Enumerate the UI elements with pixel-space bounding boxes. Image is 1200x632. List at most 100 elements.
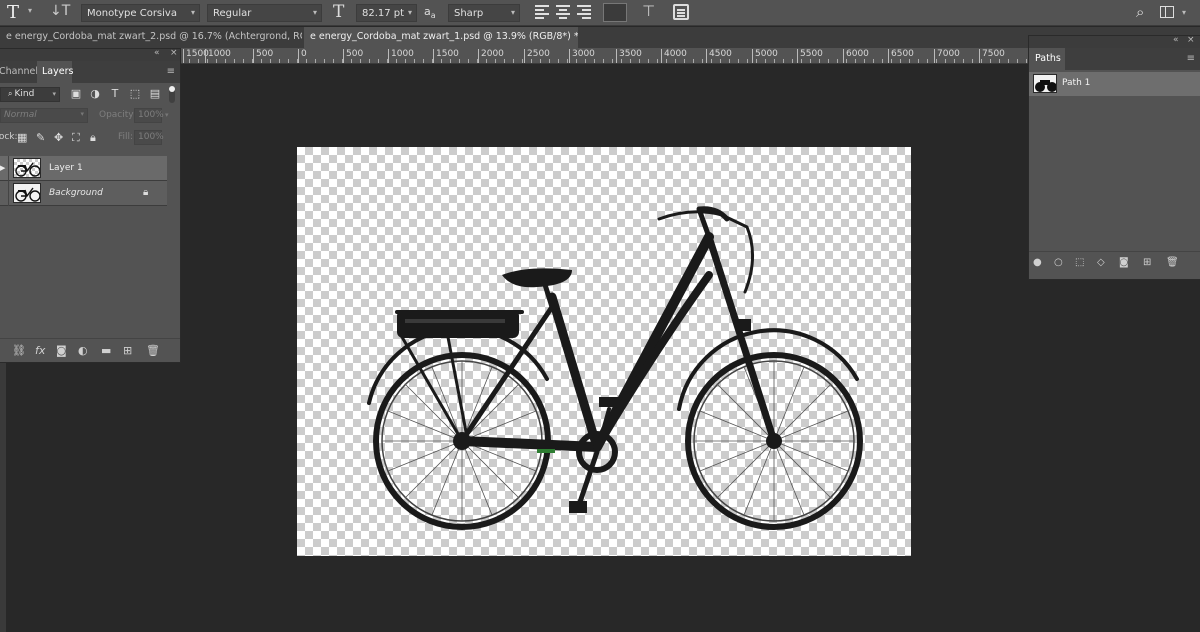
close-icon[interactable]: × xyxy=(170,48,178,58)
warp-text-icon[interactable]: ⊤ xyxy=(642,2,655,20)
tab-paths[interactable]: Paths xyxy=(1029,48,1065,70)
new-group-folder-icon[interactable]: ▬ xyxy=(101,344,111,357)
workspace-chevron-down-icon[interactable]: ▾ xyxy=(1182,8,1186,17)
document-canvas[interactable] xyxy=(297,147,911,556)
panel-menu-icon[interactable]: ≡ xyxy=(167,66,175,77)
chevron-down-icon: ▾ xyxy=(407,8,412,17)
layer-row-background[interactable]: Background 🔒︎ xyxy=(0,181,167,206)
layer-filter-row: ⌕ Kind ▾ ▣ ◑ T ⬚ ▤ xyxy=(0,83,180,105)
lock-all-icon[interactable]: 🔒︎ xyxy=(90,131,96,145)
path-name: Path 1 xyxy=(1062,78,1091,88)
chevron-down-icon: ▾ xyxy=(190,8,195,17)
filter-kind-select[interactable]: ⌕ Kind ▾ xyxy=(0,87,60,102)
align-right-icon[interactable] xyxy=(577,5,591,19)
filter-adjustment-layers-icon[interactable]: ◑ xyxy=(89,88,101,100)
chevron-down-icon[interactable]: ▾ xyxy=(165,111,169,119)
antialias-icon: aa xyxy=(424,5,436,21)
panel-menu-icon[interactable]: ≡ xyxy=(1187,53,1195,64)
visibility-toggle[interactable] xyxy=(0,181,9,206)
tab-layers[interactable]: Layers xyxy=(37,61,73,83)
opacity-label: Opacity: xyxy=(99,110,136,120)
paths-panel: « × Paths ≡ Path 1 ● ○ ⬚ ◇ ◙ ⊞ 🗑︎ xyxy=(1028,35,1200,280)
delete-trash-icon[interactable]: 🗑︎ xyxy=(1166,257,1179,268)
layer-thumbnail xyxy=(13,158,41,178)
antialias-mode-select[interactable]: Sharp ▾ xyxy=(448,4,520,22)
options-bar: T ▾ ↓T Monotype Corsiva ▾ Regular ▾ T 82… xyxy=(0,0,1200,26)
layers-panel-footer: ⛓ fx ◙ ◐ ▬ ⊞ 🗑︎ xyxy=(0,338,180,362)
blend-mode-select[interactable]: Normal ▾ xyxy=(0,108,88,123)
lock-transparent-pixels-icon[interactable]: ▦ xyxy=(17,131,27,144)
chevron-down-icon: ▾ xyxy=(52,90,56,98)
font-style-select[interactable]: Regular ▾ xyxy=(207,4,322,22)
stroke-path-icon[interactable]: ○ xyxy=(1054,257,1063,268)
ruler-label: 2000 xyxy=(478,49,504,63)
collapse-panel-icon[interactable]: « xyxy=(154,48,160,58)
layers-panel-tabs: Channels Layers ≡ xyxy=(0,61,180,83)
ruler-label: 2500 xyxy=(524,49,550,63)
horizontal-ruler[interactable]: 1500 1000 500 0 500 1000 1500 2000 2500 … xyxy=(180,48,1028,64)
close-icon[interactable]: × xyxy=(1187,35,1195,45)
blend-mode-value: Normal xyxy=(4,110,37,120)
type-tool-icon[interactable]: T xyxy=(7,2,19,23)
filter-pixel-layers-icon[interactable]: ▣ xyxy=(70,88,82,100)
path-row-path-1[interactable]: Path 1 xyxy=(1029,72,1200,96)
lock-image-pixels-icon[interactable]: ✎ xyxy=(36,131,45,144)
ruler-label: 500 xyxy=(253,49,273,63)
font-size-value: 82.17 pt xyxy=(362,8,405,19)
fill-path-icon[interactable]: ● xyxy=(1033,257,1042,268)
filter-smart-objects-icon[interactable]: ▤ xyxy=(149,88,161,100)
font-family-value: Monotype Corsiva xyxy=(87,8,177,19)
new-path-icon[interactable]: ⊞ xyxy=(1143,257,1151,268)
font-size-select[interactable]: 82.17 pt ▾ xyxy=(356,4,417,22)
layer-thumbnail xyxy=(13,183,41,203)
ruler-label: 5500 xyxy=(797,49,823,63)
layers-panel: « × Channels Layers ≡ ⌕ Kind ▾ ▣ ◑ T ⬚ ▤ … xyxy=(0,48,181,363)
path-thumbnail xyxy=(1033,74,1057,93)
delete-trash-icon[interactable]: 🗑︎ xyxy=(146,344,160,357)
search-icon[interactable]: ⌕ xyxy=(1136,3,1144,21)
opacity-input[interactable]: 100% xyxy=(134,108,164,123)
fill-input[interactable]: 100% xyxy=(134,130,164,145)
filter-shape-layers-icon[interactable]: ⬚ xyxy=(129,88,141,100)
document-tab-title: e energy_Cordoba_mat zwart_2.psd @ 16.7%… xyxy=(6,31,302,42)
visibility-toggle[interactable]: ▶ xyxy=(0,156,9,181)
text-orientation-icon[interactable]: ↓T xyxy=(50,3,70,19)
lock-artboard-icon[interactable]: ⛶ xyxy=(72,131,80,145)
add-mask-icon[interactable]: ◙ xyxy=(1119,257,1129,268)
text-color-swatch[interactable] xyxy=(603,3,627,22)
ruler-label: 4000 xyxy=(661,49,687,63)
tool-preset-chevron-down-icon[interactable]: ▾ xyxy=(28,6,32,15)
blend-row: Normal ▾ Opacity: 100% ▾ xyxy=(0,105,180,127)
add-mask-icon[interactable]: ◙ xyxy=(56,344,67,357)
ruler-label: 1000 xyxy=(388,49,414,63)
align-left-icon[interactable] xyxy=(535,5,549,19)
lock-position-icon[interactable]: ✥ xyxy=(54,131,63,144)
character-panels-icon[interactable] xyxy=(673,4,689,20)
layer-row-layer-1[interactable]: ▶ Layer 1 xyxy=(0,156,167,181)
ruler-label: 4500 xyxy=(706,49,732,63)
document-tab-1[interactable]: e energy_Cordoba_mat zwart_2.psd @ 16.7%… xyxy=(0,27,302,48)
eye-icon: ▶ xyxy=(0,164,6,172)
font-family-select[interactable]: Monotype Corsiva ▾ xyxy=(81,4,200,22)
load-path-as-selection-icon[interactable]: ⬚ xyxy=(1075,257,1084,268)
collapse-panel-icon[interactable]: « xyxy=(1173,35,1179,45)
ruler-label: 3000 xyxy=(569,49,595,63)
filter-type-layers-icon[interactable]: T xyxy=(109,88,121,100)
ruler-label: 1000 xyxy=(205,49,231,63)
filter-toggle[interactable] xyxy=(169,86,175,103)
new-layer-icon[interactable]: ⊞ xyxy=(123,344,132,357)
layer-list: ▶ Layer 1 Background 🔒︎ xyxy=(0,156,167,206)
ruler-label: 1500 xyxy=(433,49,459,63)
document-tab-title: e energy_Cordoba_mat zwart_1.psd @ 13.9%… xyxy=(310,31,578,42)
ruler-label: 7000 xyxy=(934,49,960,63)
layer-style-fx-icon[interactable]: fx xyxy=(35,344,45,357)
ruler-label: 3500 xyxy=(616,49,642,63)
workspace-icon[interactable] xyxy=(1160,6,1174,18)
panel-header-strip: « × xyxy=(0,48,180,61)
align-center-icon[interactable] xyxy=(556,5,570,19)
document-tab-2-active[interactable]: e energy_Cordoba_mat zwart_1.psd @ 13.9%… xyxy=(304,27,578,48)
make-work-path-icon[interactable]: ◇ xyxy=(1097,257,1105,268)
link-layers-icon[interactable]: ⛓ xyxy=(12,344,26,357)
new-adjustment-layer-icon[interactable]: ◐ xyxy=(78,344,88,357)
ruler-label: 7500 xyxy=(979,49,1005,63)
